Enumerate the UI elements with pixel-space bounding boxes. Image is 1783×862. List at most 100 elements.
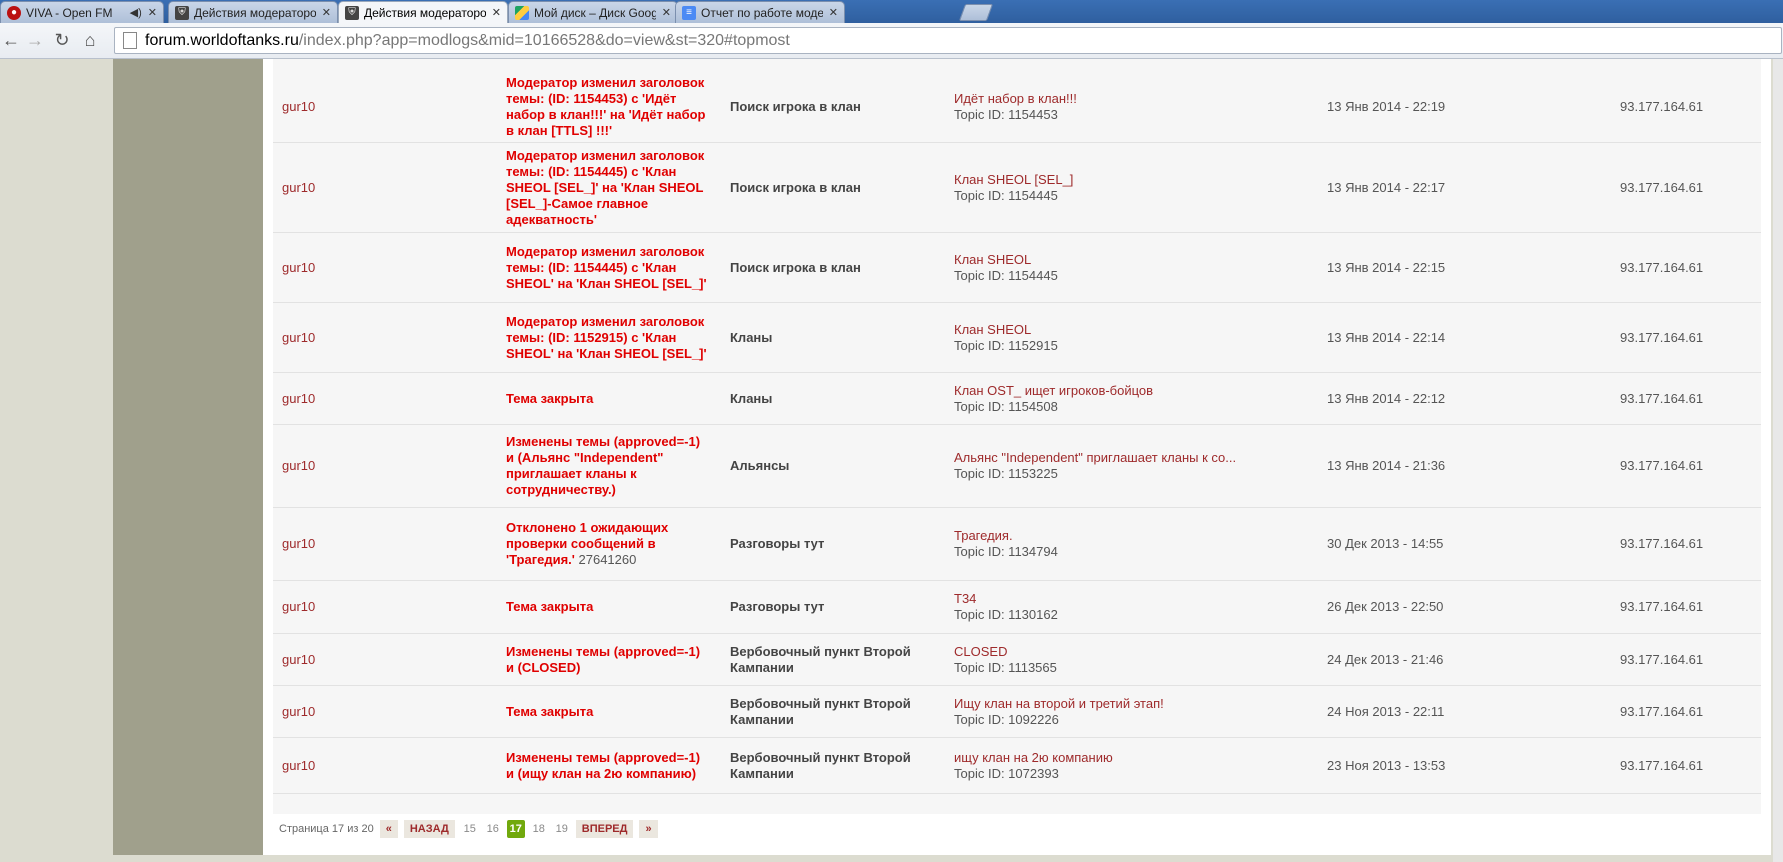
topic-title-link[interactable]: Альянс "Independent" приглашает кланы к … xyxy=(954,450,1236,466)
topic-cell: Клан SHEOL Topic ID: 1154445 xyxy=(954,233,1254,302)
speaker-icon[interactable]: ◀) xyxy=(130,6,142,19)
action-date: 24 Дек 2013 - 21:46 xyxy=(1327,651,1444,667)
moderator-name-link[interactable]: gur10 xyxy=(282,634,482,685)
reload-icon[interactable]: ↻ xyxy=(51,29,73,51)
moderator-name-link[interactable]: gur10 xyxy=(282,233,482,302)
back-arrow-icon[interactable]: ← xyxy=(0,29,22,51)
forum-name: Кланы xyxy=(730,329,773,345)
ip-address: 93.177.164.61 xyxy=(1620,599,1704,614)
moderator-name-link[interactable]: gur10 xyxy=(282,373,482,424)
topic-id: Topic ID: 1154445 xyxy=(954,267,1058,283)
close-icon[interactable]: ✕ xyxy=(829,6,838,19)
topic-title-link[interactable]: Клан SHEOL xyxy=(954,252,1031,268)
ip-address: 93.177.164.61 xyxy=(1620,329,1704,345)
page-link-16[interactable]: 16 xyxy=(484,820,502,838)
moderator-name-link[interactable]: gur10 xyxy=(282,71,482,142)
topic-title-link[interactable]: CLOSED xyxy=(954,644,1007,660)
ip-address: 93.177.164.61 xyxy=(1620,179,1704,195)
last-page-button[interactable]: » xyxy=(639,820,658,838)
topic-cell: Клан SHEOL Topic ID: 1152915 xyxy=(954,303,1254,372)
tab-google-drive[interactable]: Мой диск – Диск Google ✕ xyxy=(508,1,678,23)
topic-id: Topic ID: 1152915 xyxy=(954,337,1058,353)
topic-cell: CLOSED Topic ID: 1113565 xyxy=(954,634,1254,685)
action-date: 13 Янв 2014 - 22:14 xyxy=(1327,329,1446,345)
moderator-name-link[interactable]: gur10 xyxy=(282,508,482,580)
forum-name: Поиск игрока в клан xyxy=(730,98,861,114)
action-text: Тема закрыта xyxy=(506,703,594,719)
action-description: Изменены темы (approved=-1) и (ищу клан … xyxy=(506,738,711,793)
home-icon[interactable]: ⌂ xyxy=(79,29,101,51)
topic-id: Topic ID: 1092226 xyxy=(954,711,1059,727)
table-row: gur10 Изменены темы (approved=-1) и (CLOS… xyxy=(273,634,1761,686)
tab-viva[interactable]: ● VIVA - Open FM ◀) ✕ xyxy=(0,1,164,23)
first-page-button[interactable]: « xyxy=(379,820,398,838)
tab-title: Действия модераторов - xyxy=(194,5,316,20)
action-description: Тема закрыта xyxy=(506,686,711,737)
ip-address: 93.177.164.61 xyxy=(1620,98,1704,114)
close-icon[interactable]: ✕ xyxy=(148,6,157,19)
table-row: gur10 Тема закрыта Кланы Клан OST_ ищет иг… xyxy=(273,373,1761,425)
topic-id: Topic ID: 1072393 xyxy=(954,765,1059,781)
action-description: Модератор изменил заголовок темы: (ID: 1… xyxy=(506,71,711,142)
forward-arrow-icon[interactable]: → xyxy=(24,29,46,51)
page-current: 17 xyxy=(506,820,525,838)
topic-title-link[interactable]: T34 xyxy=(954,591,976,607)
moderator-name-link[interactable]: gur10 xyxy=(282,686,482,737)
close-icon[interactable]: ✕ xyxy=(322,6,331,19)
tab-title: Мой диск – Диск Google xyxy=(534,5,656,20)
action-date: 13 Янв 2014 - 22:17 xyxy=(1327,179,1446,195)
topic-title-link[interactable]: Ищу клан на второй и третий этап! xyxy=(954,696,1164,712)
topic-title-link[interactable]: Клан SHEOL xyxy=(954,322,1031,338)
moderator-name-link[interactable]: gur10 xyxy=(282,143,482,232)
side-column xyxy=(113,59,263,855)
topic-id: Topic ID: 1113565 xyxy=(954,659,1057,675)
moderator-name-link[interactable]: gur10 xyxy=(282,425,482,507)
action-description: Тема закрыта xyxy=(506,373,711,424)
tab-moderators-1[interactable]: ⛨ Действия модераторов - ✕ xyxy=(168,1,338,23)
tab-moderators-active[interactable]: ⛨ Действия модераторов - ✕ xyxy=(338,1,508,23)
next-page-button[interactable]: ВПЕРЕД xyxy=(575,820,634,838)
action-date: 30 Дек 2013 - 14:55 xyxy=(1327,536,1444,551)
tab-report-doc[interactable]: ≡ Отчет по работе модерат ✕ xyxy=(675,1,845,23)
action-text: Модератор изменил заголовок темы: (ID: 1… xyxy=(506,313,707,361)
action-text: Изменены темы (approved=-1) и (CLOSED) xyxy=(506,643,701,675)
topic-title-link[interactable]: Трагедия. xyxy=(954,528,1013,544)
table-row: gur10 Изменены темы (approved=-1) и (ищу … xyxy=(273,738,1761,794)
topic-cell: Альянс "Independent" приглашает кланы к … xyxy=(954,425,1254,507)
moderator-name-link[interactable]: gur10 xyxy=(282,303,482,372)
page-link-19[interactable]: 19 xyxy=(553,820,571,838)
prev-page-button[interactable]: НАЗАД xyxy=(403,820,455,838)
close-icon[interactable]: ✕ xyxy=(492,6,501,19)
action-date: 24 Ноя 2013 - 22:11 xyxy=(1327,703,1445,719)
wot-icon: ⛨ xyxy=(345,5,359,20)
forum-name: Кланы xyxy=(730,390,773,406)
topic-cell: Ищу клан на второй и третий этап! Topic I… xyxy=(954,686,1254,737)
close-icon[interactable]: ✕ xyxy=(662,6,671,19)
topic-title-link[interactable]: Клан SHEOL [SEL_] xyxy=(954,172,1073,188)
topic-cell: ищу клан на 2ю компанию Topic ID: 1072393 xyxy=(954,738,1254,793)
forum-name: Вербовочный пункт Второй Кампании xyxy=(730,695,911,727)
page-link-18[interactable]: 18 xyxy=(530,820,548,838)
action-description: Тема закрыта xyxy=(506,581,711,633)
topic-cell: Клан SHEOL [SEL_] Topic ID: 1154445 xyxy=(954,143,1254,232)
topic-title-link[interactable]: Клан OST_ ищет игроков-бойцов xyxy=(954,383,1153,399)
radio-icon: ● xyxy=(7,5,21,20)
topic-title-link[interactable]: Идёт набор в клан!!! xyxy=(954,91,1077,107)
url-path: /index.php?app=modlogs&mid=10166528&do=v… xyxy=(298,31,790,49)
table-row: gur10 Отклонено 1 ожидающих проверки сооб… xyxy=(273,508,1761,581)
moderator-name-link[interactable]: gur10 xyxy=(282,738,482,793)
scrollbar[interactable] xyxy=(1773,59,1783,862)
forum-name: Поиск игрока в клан xyxy=(730,259,861,275)
forum-name: Поиск игрока в клан xyxy=(730,179,861,195)
action-date: 13 Янв 2014 - 22:12 xyxy=(1327,390,1446,406)
topic-title-link[interactable]: ищу клан на 2ю компанию xyxy=(954,750,1113,766)
address-bar[interactable]: forum.worldoftanks.ru/index.php?app=modl… xyxy=(114,27,1782,54)
modlog-table: gur10 Модератор изменил заголовок темы: (… xyxy=(273,59,1761,814)
new-tab-button[interactable] xyxy=(958,4,994,21)
ip-address: 93.177.164.61 xyxy=(1620,458,1704,473)
page-link-15[interactable]: 15 xyxy=(461,820,479,838)
table-row: gur10 Модератор изменил заголовок темы: (… xyxy=(273,303,1761,373)
table-row: gur10 Тема закрыта Вербовочный пункт Втор… xyxy=(273,686,1761,738)
moderator-name-link[interactable]: gur10 xyxy=(282,581,482,633)
forum-name: Разговоры тут xyxy=(730,536,825,551)
